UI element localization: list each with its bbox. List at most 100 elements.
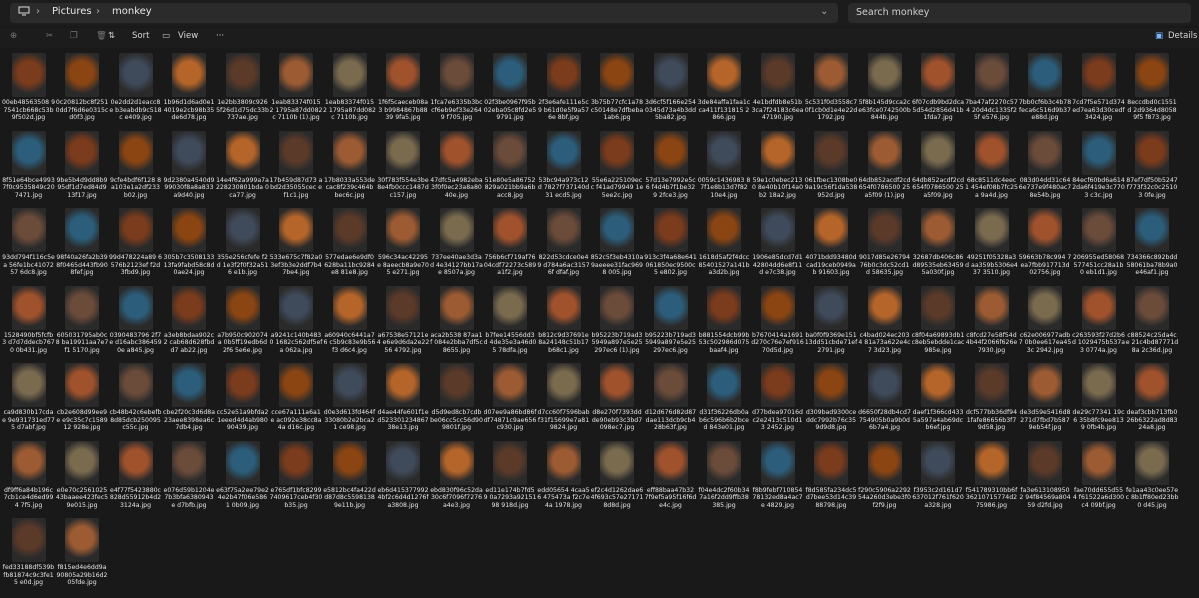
breadcrumb-monkey[interactable]: monkey xyxy=(112,6,152,17)
file-tile[interactable]: fa3e6131089502 94f84569a80459 d2fd.jpg xyxy=(1019,437,1072,514)
file-tile[interactable]: d12d676d82d87 dae113dcb9cb4 28b63f.jpg xyxy=(644,359,697,436)
file-tile[interactable]: f8d585fa234dc5 d7bee53d14c39 88798.jpg xyxy=(805,437,858,514)
breadcrumb[interactable]: › Pictures › monkey ⌄ xyxy=(10,3,838,23)
file-tile[interactable]: ed11e174b7fd59 0a7293a9215198 918d.jpg xyxy=(484,437,537,514)
view-button[interactable]: View xyxy=(178,31,198,41)
file-tile[interactable]: 4e1bdfdb8e51b 3ca7f24183c6ea 47190.jpg xyxy=(751,49,804,126)
details-pane-icon[interactable]: ▣ xyxy=(1155,31,1163,41)
file-tile[interactable]: 0390483796 2f7e d16abc3864590e a845.jpg xyxy=(109,282,162,359)
file-tile[interactable]: 596c34ac42295e 8aeecb8a9e705 e271.jpg xyxy=(377,204,430,281)
monitor-icon[interactable] xyxy=(18,6,30,19)
file-tile[interactable]: d309bad9300ce ddc7992b76c35 9d9d8.jpg xyxy=(805,359,858,436)
file-tile[interactable]: 852c5f3eb4310a 9aeeee31fac9698 005.jpg xyxy=(591,204,644,281)
file-tile[interactable]: a3eb8bdaa902c2 cab68d628fbdd7 ab22.jpg xyxy=(163,282,216,359)
file-tile[interactable]: 99d478224a89 6576b2123ef f2d 3fbd9.jpg xyxy=(109,204,162,281)
file-tile[interactable]: 734366c892bdd 58061ba78b9a0 e46af1.jpg xyxy=(1126,204,1179,281)
file-tile[interactable]: 53bc94a973c12d 7827f737140d31 ecd5.jpg xyxy=(537,127,590,204)
file-tile[interactable]: 1b96d1d6ad0e1 4019e2cb98b35 de6d78.jpg xyxy=(163,49,216,126)
file-tile[interactable]: f3953c2d161d7 637012f761f620 a328.jpg xyxy=(912,437,965,514)
file-tile[interactable]: e5812bc4fa422d d87d8c5598138 9e11b.jpg xyxy=(323,437,376,514)
file-tile[interactable]: eb6d415377992 4bf2c6d4d1276f a3808.jpg xyxy=(377,437,430,514)
file-tile[interactable]: 2f3e6afe111e5c9 b61d0e5f9a576e 8bf.jpg xyxy=(537,49,590,126)
file-tile[interactable]: 1e2bb3809c926 5f26d1d75dc33b 737ae.jpg xyxy=(216,49,269,126)
file-tile[interactable]: 822d53cdce0e49 d784a6ac3157 6f dfaf.jpg xyxy=(537,204,590,281)
file-tile[interactable]: f815ed4e6dd9a 90805a29b16d2 05fde.jpg xyxy=(56,514,109,591)
file-tile[interactable]: 9017d85e26794 76b0c3dc52cd1d 58635.jpg xyxy=(858,204,911,281)
file-tile[interactable]: 0e2dd2d1eacc8e b3eabdb9c518c e409.jpg xyxy=(109,49,162,126)
file-tile[interactable]: d31f36226db0a b6c596b6b2bced 843e01.jpg xyxy=(698,359,751,436)
file-tile[interactable]: 9d2380a4540d9 99030f8a8a833 a9d40.jpg xyxy=(163,127,216,204)
file-tile[interactable]: 17b459d87d73 abd2d35055cec ef1c1.jpg xyxy=(270,127,323,204)
file-tile[interactable]: 59663b78c994 7ea7fbb917713d 02756.jpg xyxy=(1019,204,1072,281)
file-tile[interactable]: d4ae44fe601f1e d523301234867 38e13.jpg xyxy=(377,359,430,436)
file-tile[interactable]: 0c20812bc8f251 0dd7f6d6e0315c d0f3.jpg xyxy=(56,49,109,126)
file-tile[interactable]: fed33188df539b fb81874c9c3fe15 e0d.jpg xyxy=(2,514,55,591)
file-tile[interactable]: cb48b42c6ebefb 8d85dcb250095 c55c.jpg xyxy=(109,359,162,436)
file-tile[interactable]: d6650f28db4cd7 754905b0a9b0d 6b7a4.jpg xyxy=(858,359,911,436)
file-tile[interactable]: a7b950c902074a 0b5ff19edb6d2f6 5e6e.jpg xyxy=(216,282,269,359)
cut-icon[interactable]: ✂ xyxy=(46,31,53,41)
file-tile[interactable]: 3d6cf5f166e254 0345d73a4b3dd 5ba82.jpg xyxy=(644,49,697,126)
file-tile[interactable]: 533e675c7f82a0 3ef3b3e2ddf7b4 7be4.jpg xyxy=(270,204,323,281)
file-tile[interactable]: b881554dcb99b 53c502986d075 baaf4.jpg xyxy=(698,282,751,359)
file-tile[interactable]: c4bad024ec2034 81a73a622e4c7 3d23.jpg xyxy=(858,282,911,359)
file-tile[interactable]: 49251f05328a3d aa359b5306e437 3510.jpg xyxy=(965,204,1018,281)
file-tile[interactable]: 355e256cfefe f2d 1e3f2f0f32a516 e1b.jpg xyxy=(216,204,269,281)
file-tile[interactable]: b95223b719ad3 5949a897e5e25 297ec6 (1).j… xyxy=(591,282,644,359)
file-tile[interactable]: 605031795ab0c8 ba19911aa7e7f1 5170.jpg xyxy=(56,282,109,359)
copy-icon[interactable]: ❐ xyxy=(70,31,78,41)
file-tile[interactable]: cc52e51a9bfda2 1eeed4d4ab980 90439.jpg xyxy=(216,359,269,436)
file-tile[interactable]: cbe2f20c3d6d8a 23aee8398ea6c 7db4.jpg xyxy=(163,359,216,436)
file-tile[interactable]: d5d9ed8cb7cdb be06cc5cc56d90 9801f.jpg xyxy=(430,359,483,436)
file-tile[interactable]: d0e3d613fd464f 33080b2e2bca21 ce98.jpg xyxy=(323,359,376,436)
file-tile[interactable]: 061fbec1308be0 9a19c56f1da538 952d.jpg xyxy=(805,127,858,204)
file-tile[interactable]: 577edae6e9df0 628ba11bc9284e8 81e8.jpg xyxy=(323,204,376,281)
file-tile[interactable]: 3de84affa1faa1c ca411f131815 2866.jpg xyxy=(698,49,751,126)
file-tile[interactable]: c8f04a69893db1 c8eb5ebdde1cac 985e.jpg xyxy=(912,282,965,359)
file-tile[interactable]: 8f51e64bce4993 7f0c9535849c20 7471.jpg xyxy=(2,127,55,204)
file-tile[interactable]: 47dfc5a4982eba 3f0f0ec23a8a80 40e.jpg xyxy=(430,127,483,204)
file-tile[interactable]: 1528490bf5fcfb3 d7d7ddecb7670 0b431.jpg xyxy=(2,282,55,359)
file-tile[interactable]: d8e270f7393dd de90eb93c3bd7 098ec7.jpg xyxy=(591,359,644,436)
file-tile[interactable]: c88524c25da4ce 21c4bd87771d8a 2c36d.jpg xyxy=(1126,282,1179,359)
file-tile[interactable]: 9be5b4d9dd8b9 95df1d7ed84d9 13f17.jpg xyxy=(56,127,109,204)
file-tile[interactable]: 57d13e7992e5c6 f4d4b7f1be329 2fce3.jpg xyxy=(644,127,697,204)
file-tile[interactable]: cb2e608d99ee9e e9c35c7c158912 928e.jpg xyxy=(56,359,109,436)
file-tile[interactable]: c8fcd27e58f54d 4b44f2066f626e 7930.jpg xyxy=(965,282,1018,359)
file-tile[interactable]: 1618d5af2f4dcc 85401527a141b a3d2b.jpg xyxy=(698,204,751,281)
file-tile[interactable]: 1eab83374f0152 1795a87dd082c 7110b.jpg xyxy=(323,49,376,126)
file-tile[interactable]: 8eccdbd0c1551d 2d9364d80589f5 f873.jpg xyxy=(1126,49,1179,126)
file-tile[interactable]: c62e006977adb7 0b0ee617ea453c 2942.jpg xyxy=(1019,282,1072,359)
file-tile[interactable]: 64db852acdf2cd 654f0786500 25a5f09 (1).j… xyxy=(858,127,911,204)
file-tile[interactable]: 1f6f5caeceb08a3 b9984867b8839 9fa5.jpg xyxy=(377,49,430,126)
file-tile[interactable]: de3d59e5416d8 271d7fbd7b587 9eb54f.jpg xyxy=(1019,359,1072,436)
file-tile[interactable]: ca9d830b17cdae 9e931731ed775 d7abf.jpg xyxy=(2,359,55,436)
file-tile[interactable]: ba0f0f9369e151 13dd51cbde71ef 2791.jpg xyxy=(805,282,858,359)
file-tile[interactable]: daef1f366cd433 5a597a4ab69dc b6ef.jpg xyxy=(912,359,965,436)
file-tile[interactable]: 7ba47af2270c574 20d4dc1335f25f e576.jpg xyxy=(965,49,1018,126)
file-tile[interactable]: df9ff6a84b196c 7cb1ce4d6ed994 7f5.jpg xyxy=(2,437,55,514)
file-tile[interactable]: 00eb48563508 97541cb668c53b 9f502d.jpg xyxy=(2,49,55,126)
file-tile[interactable]: b7fee14556dd3d 4de35e3a46d05 78dfa.jpg xyxy=(484,282,537,359)
file-tile[interactable]: f8b9febf710854 78132ed8a4ac7e 4829.jpg xyxy=(751,437,804,514)
file-tile[interactable]: cce67a111a6a1e ac092e38cc8a4a d16c.jpg xyxy=(270,359,323,436)
view-icon[interactable]: ▭ xyxy=(162,31,170,41)
file-tile[interactable]: 7cd7f5e571d374 ed7ea63d30cedf 3424.jpg xyxy=(1072,49,1125,126)
file-tile[interactable]: 51e80e5a86752 829a021bb9a6b acc8.jpg xyxy=(484,127,537,204)
file-tile[interactable]: d7cc60f7596bab f31f15699e7a81 9824.jpg xyxy=(537,359,590,436)
file-tile[interactable]: 206955ed58068 577451cc28a1b0 eb1d1.jpg xyxy=(1072,204,1125,281)
file-tile[interactable]: ebd830f96c52da 30c6f7096f7276 a4e3.jpg xyxy=(430,437,483,514)
file-tile[interactable]: eff88baa47b32 7f9ef5a95f16f6d e4c.jpg xyxy=(644,437,697,514)
file-tile[interactable]: 5f8b145d9cca2c e63fce0742500b 844b.jpg xyxy=(858,49,911,126)
file-tile[interactable]: fae70dd655d554 f61522a6d300c4 09bf.jpg xyxy=(1072,437,1125,514)
details-button[interactable]: Details xyxy=(1168,31,1197,41)
file-tile[interactable]: 93dd794f116c5ea 56fe1bc4107257 6dc8.jpg xyxy=(2,204,55,281)
file-tile[interactable]: 7bb0cf6b3c4b78 feca6c516d9b37 e88d.jpg xyxy=(1019,49,1072,126)
file-tile[interactable]: 1906e85dcd7d1 42804dd6e8f11d e7c38.jpg xyxy=(751,204,804,281)
file-tile[interactable]: 5c531f0d3558c7 0f1cb0d1e4e22d 1792.jpg xyxy=(805,49,858,126)
file-tile[interactable]: aca2b538 87aa1f 084e2bba7df5c 8655.jpg xyxy=(430,282,483,359)
file-tile[interactable]: d07ee9a86bd86f df74871c9ae656 c930.jpg xyxy=(484,359,537,436)
more-options-button[interactable]: ··· xyxy=(216,31,224,41)
file-tile[interactable]: a60940c6441a76 c5b9c83e9b56f3 d6c4.jpg xyxy=(323,282,376,359)
file-tile[interactable]: 32687db406c86 d89535eb63459 5a030f.jpg xyxy=(912,204,965,281)
